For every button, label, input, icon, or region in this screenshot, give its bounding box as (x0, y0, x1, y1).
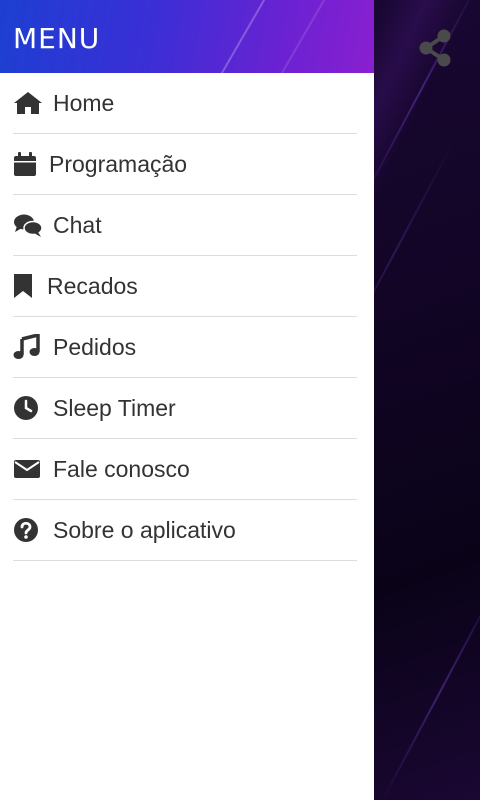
home-icon (13, 88, 43, 118)
drawer-title: MENU (13, 22, 101, 55)
menu-label: Sleep Timer (53, 394, 176, 421)
chat-icon (13, 210, 43, 240)
menu-label: Home (53, 89, 115, 116)
menu-item-sleep-timer[interactable]: Sleep Timer (13, 378, 357, 439)
menu-item-home[interactable]: Home (13, 73, 357, 134)
navigation-drawer: MENU Home Programação Chat Recados Pedid… (0, 0, 374, 800)
menu-list: Home Programação Chat Recados Pedidos Sl… (0, 73, 374, 561)
menu-item-sobre[interactable]: Sobre o aplicativo (13, 500, 357, 561)
menu-item-chat[interactable]: Chat (13, 195, 357, 256)
menu-label: Chat (53, 211, 102, 238)
menu-item-fale-conosco[interactable]: Fale conosco (13, 439, 357, 500)
menu-item-pedidos[interactable]: Pedidos (13, 317, 357, 378)
menu-item-programacao[interactable]: Programação (13, 134, 357, 195)
drawer-header: MENU (0, 0, 374, 73)
menu-label: Sobre o aplicativo (53, 516, 236, 543)
share-button[interactable] (414, 27, 456, 69)
menu-label: Recados (47, 272, 138, 299)
calendar-icon (13, 149, 39, 179)
share-icon (419, 29, 451, 67)
clock-icon (13, 393, 43, 423)
bookmark-icon (13, 271, 37, 301)
menu-label: Programação (49, 150, 188, 177)
music-icon (13, 332, 43, 362)
envelope-icon (13, 454, 43, 484)
menu-label: Fale conosco (53, 455, 190, 482)
menu-label: Pedidos (53, 333, 137, 360)
question-icon (13, 515, 43, 545)
menu-item-recados[interactable]: Recados (13, 256, 357, 317)
